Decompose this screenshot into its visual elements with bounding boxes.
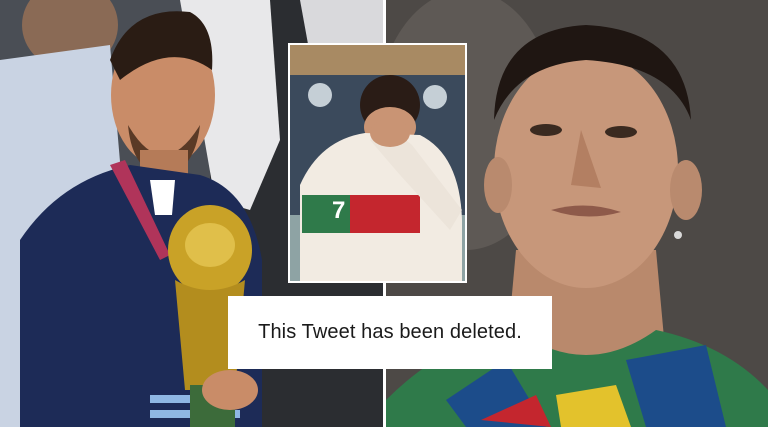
player-covering-face-illustration bbox=[290, 45, 465, 281]
shirt-number: 7 bbox=[332, 197, 346, 224]
inset-photo: 7 bbox=[288, 43, 467, 283]
deleted-tweet-banner: This Tweet has been deleted. bbox=[228, 296, 552, 369]
deleted-tweet-text: This Tweet has been deleted. bbox=[258, 321, 522, 343]
